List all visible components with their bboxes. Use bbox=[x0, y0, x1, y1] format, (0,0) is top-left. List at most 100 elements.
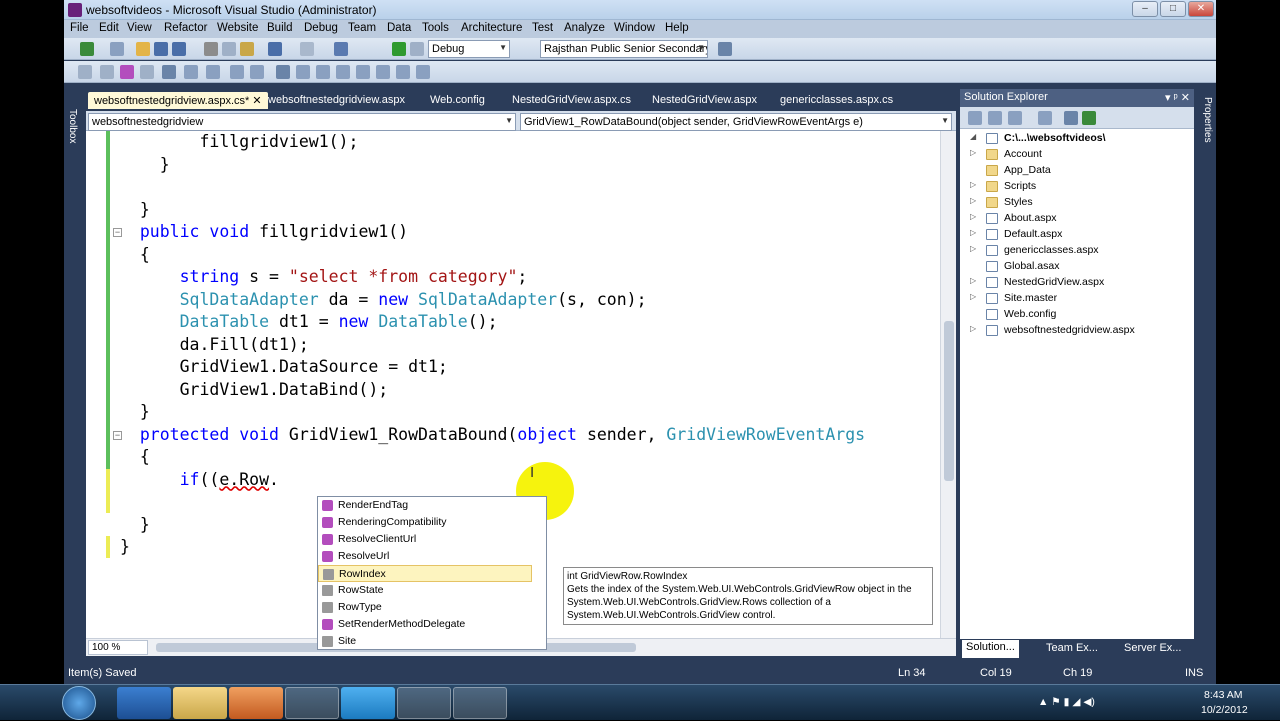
toolbox-label[interactable]: Toolbox bbox=[67, 109, 78, 143]
save-icon[interactable] bbox=[154, 42, 168, 56]
completion-item[interactable]: RowState bbox=[318, 582, 532, 599]
find-icon[interactable] bbox=[718, 42, 732, 56]
code-text[interactable]: fillgridview1(); } } public void fillgri… bbox=[120, 131, 865, 559]
close-window-button[interactable]: ✕ bbox=[1188, 1, 1214, 17]
tree-item-styles[interactable]: ▷ Styles bbox=[960, 195, 1194, 211]
minimize-button[interactable]: – bbox=[1132, 1, 1158, 17]
expand-arrow-icon[interactable]: ▷ bbox=[970, 292, 976, 301]
save-all-icon[interactable] bbox=[172, 42, 186, 56]
expand-arrow-icon[interactable]: ▷ bbox=[970, 228, 976, 237]
start-button[interactable] bbox=[62, 686, 96, 720]
class-dropdown[interactable]: websoftnestedgridview ▼ bbox=[88, 113, 516, 131]
menu-test[interactable]: Test bbox=[532, 22, 553, 34]
start-debugging-icon[interactable] bbox=[392, 42, 406, 56]
tree-item-websoftnestedgridview-aspx[interactable]: ▷ websoftnestedgridview.aspx bbox=[960, 323, 1194, 339]
uncomment-icon[interactable] bbox=[250, 65, 264, 79]
intellisense-list[interactable]: RenderEndTag RenderingCompatibility Reso… bbox=[317, 496, 547, 650]
firefox-icon[interactable] bbox=[285, 687, 339, 719]
tree-item-web-config[interactable]: Web.config bbox=[960, 307, 1194, 323]
prev-bookmark-icon[interactable] bbox=[296, 65, 310, 79]
file-explorer-icon[interactable] bbox=[173, 687, 227, 719]
tab-nestedgridview-aspx-cs[interactable]: NestedGridView.aspx.cs bbox=[506, 92, 637, 109]
navigate-icon[interactable] bbox=[334, 42, 348, 56]
tree-item-global-asax[interactable]: Global.asax bbox=[960, 259, 1194, 275]
next-bookmark-folder-icon[interactable] bbox=[356, 65, 370, 79]
copy-icon[interactable] bbox=[222, 42, 236, 56]
parameter-info-icon[interactable] bbox=[120, 65, 134, 79]
menu-team[interactable]: Team bbox=[348, 22, 376, 34]
editor-vertical-scrollbar[interactable] bbox=[940, 131, 956, 638]
menu-window[interactable]: Window bbox=[614, 22, 655, 34]
media-player-icon[interactable] bbox=[229, 687, 283, 719]
tree-item-about-aspx[interactable]: ▷ About.aspx bbox=[960, 211, 1194, 227]
tree-item-default-aspx[interactable]: ▷ Default.aspx bbox=[960, 227, 1194, 243]
tab-websoftnestedgridview-aspx[interactable]: websoftnestedgridview.aspx bbox=[262, 92, 411, 109]
expand-arrow-icon[interactable]: ▷ bbox=[970, 196, 976, 205]
menu-architecture[interactable]: Architecture bbox=[461, 22, 522, 34]
menu-website[interactable]: Website bbox=[217, 22, 258, 34]
internet-explorer-icon[interactable] bbox=[117, 687, 171, 719]
properties-icon[interactable] bbox=[968, 111, 982, 125]
bookmark-icon[interactable] bbox=[276, 65, 290, 79]
toolbox-strip[interactable]: Toolbox bbox=[64, 89, 80, 659]
menu-data[interactable]: Data bbox=[387, 22, 411, 34]
tab-nestedgridview-aspx[interactable]: NestedGridView.aspx bbox=[646, 92, 763, 109]
tree-root[interactable]: ◢ C:\...\websoftvideos\ bbox=[960, 131, 1194, 147]
redo-icon[interactable] bbox=[300, 42, 314, 56]
tab-websoftnestedgridview-aspx-cs[interactable]: websoftnestedgridview.aspx.cs* ✕ bbox=[88, 92, 268, 109]
expand-arrow-icon[interactable]: ▷ bbox=[970, 212, 976, 221]
visual-studio-taskbar-icon[interactable] bbox=[397, 687, 451, 719]
completion-item[interactable]: ResolveUrl bbox=[318, 548, 532, 565]
completion-item[interactable]: RowType bbox=[318, 599, 532, 616]
tree-item-app-data[interactable]: App_Data bbox=[960, 163, 1194, 179]
tree-item-scripts[interactable]: ▷ Scripts bbox=[960, 179, 1194, 195]
menu-view[interactable]: View bbox=[127, 22, 152, 34]
cut-icon[interactable] bbox=[204, 42, 218, 56]
prev-bookmark-doc-icon[interactable] bbox=[376, 65, 390, 79]
expand-arrow-icon[interactable]: ▷ bbox=[970, 148, 976, 157]
menu-tools[interactable]: Tools bbox=[422, 22, 449, 34]
properties-label[interactable]: Properties bbox=[1202, 97, 1213, 143]
menu-edit[interactable]: Edit bbox=[99, 22, 119, 34]
view-designer-icon[interactable] bbox=[1064, 111, 1078, 125]
word-complete-icon[interactable] bbox=[162, 65, 176, 79]
clock-date[interactable]: 10/2/2012 bbox=[1201, 704, 1248, 716]
completion-item[interactable]: RenderEndTag bbox=[318, 497, 532, 514]
quick-info-icon[interactable] bbox=[140, 65, 154, 79]
expand-arrow-icon[interactable]: ▷ bbox=[970, 244, 976, 253]
paste-icon[interactable] bbox=[240, 42, 254, 56]
tab-solution-explorer[interactable]: Solution... bbox=[962, 640, 1019, 658]
expand-arrow-icon[interactable]: ▷ bbox=[970, 324, 976, 333]
collapse-arrow-icon[interactable]: ◢ bbox=[970, 132, 976, 141]
member-dropdown[interactable]: GridView1_RowDataBound(object sender, Gr… bbox=[520, 113, 952, 131]
open-folder-icon[interactable] bbox=[136, 42, 150, 56]
completion-item[interactable]: RenderingCompatibility bbox=[318, 514, 532, 531]
clear-bookmarks-icon[interactable] bbox=[416, 65, 430, 79]
new-project-icon[interactable] bbox=[80, 42, 94, 56]
menu-refactor[interactable]: Refactor bbox=[164, 22, 207, 34]
expand-arrow-icon[interactable]: ▷ bbox=[970, 180, 976, 189]
completion-item[interactable]: SetRenderMethodDelegate bbox=[318, 616, 532, 633]
close-icon[interactable]: ✕ bbox=[252, 95, 261, 107]
step-icon[interactable] bbox=[410, 42, 424, 56]
properties-strip[interactable]: Properties bbox=[1198, 89, 1216, 659]
project-dropdown[interactable]: Rajsthan Public Senior Secondary ▼ bbox=[540, 40, 708, 58]
tab-genericclasses-aspx-cs[interactable]: genericclasses.aspx.cs bbox=[774, 92, 899, 109]
configuration-dropdown[interactable]: Debug ▼ bbox=[428, 40, 510, 58]
expand-arrow-icon[interactable]: ▷ bbox=[970, 276, 976, 285]
tree-item-genericclasses-aspx[interactable]: ▷ genericclasses.aspx bbox=[960, 243, 1194, 259]
web-config-tool-icon[interactable] bbox=[1082, 111, 1096, 125]
show-all-files-icon[interactable] bbox=[988, 111, 1002, 125]
scrollbar-thumb[interactable] bbox=[944, 321, 954, 481]
menu-analyze[interactable]: Analyze bbox=[564, 22, 605, 34]
refresh-icon[interactable] bbox=[1008, 111, 1022, 125]
view-code-icon[interactable] bbox=[1038, 111, 1052, 125]
comment-icon[interactable] bbox=[230, 65, 244, 79]
tab-team-explorer[interactable]: Team Ex... bbox=[1046, 642, 1098, 654]
tab-web-config[interactable]: Web.config bbox=[424, 92, 491, 109]
undo-icon[interactable] bbox=[268, 42, 282, 56]
tree-item-account[interactable]: ▷ Account bbox=[960, 147, 1194, 163]
add-item-icon[interactable] bbox=[110, 42, 124, 56]
menu-help[interactable]: Help bbox=[665, 22, 689, 34]
clock-time[interactable]: 8:43 AM bbox=[1204, 689, 1243, 701]
